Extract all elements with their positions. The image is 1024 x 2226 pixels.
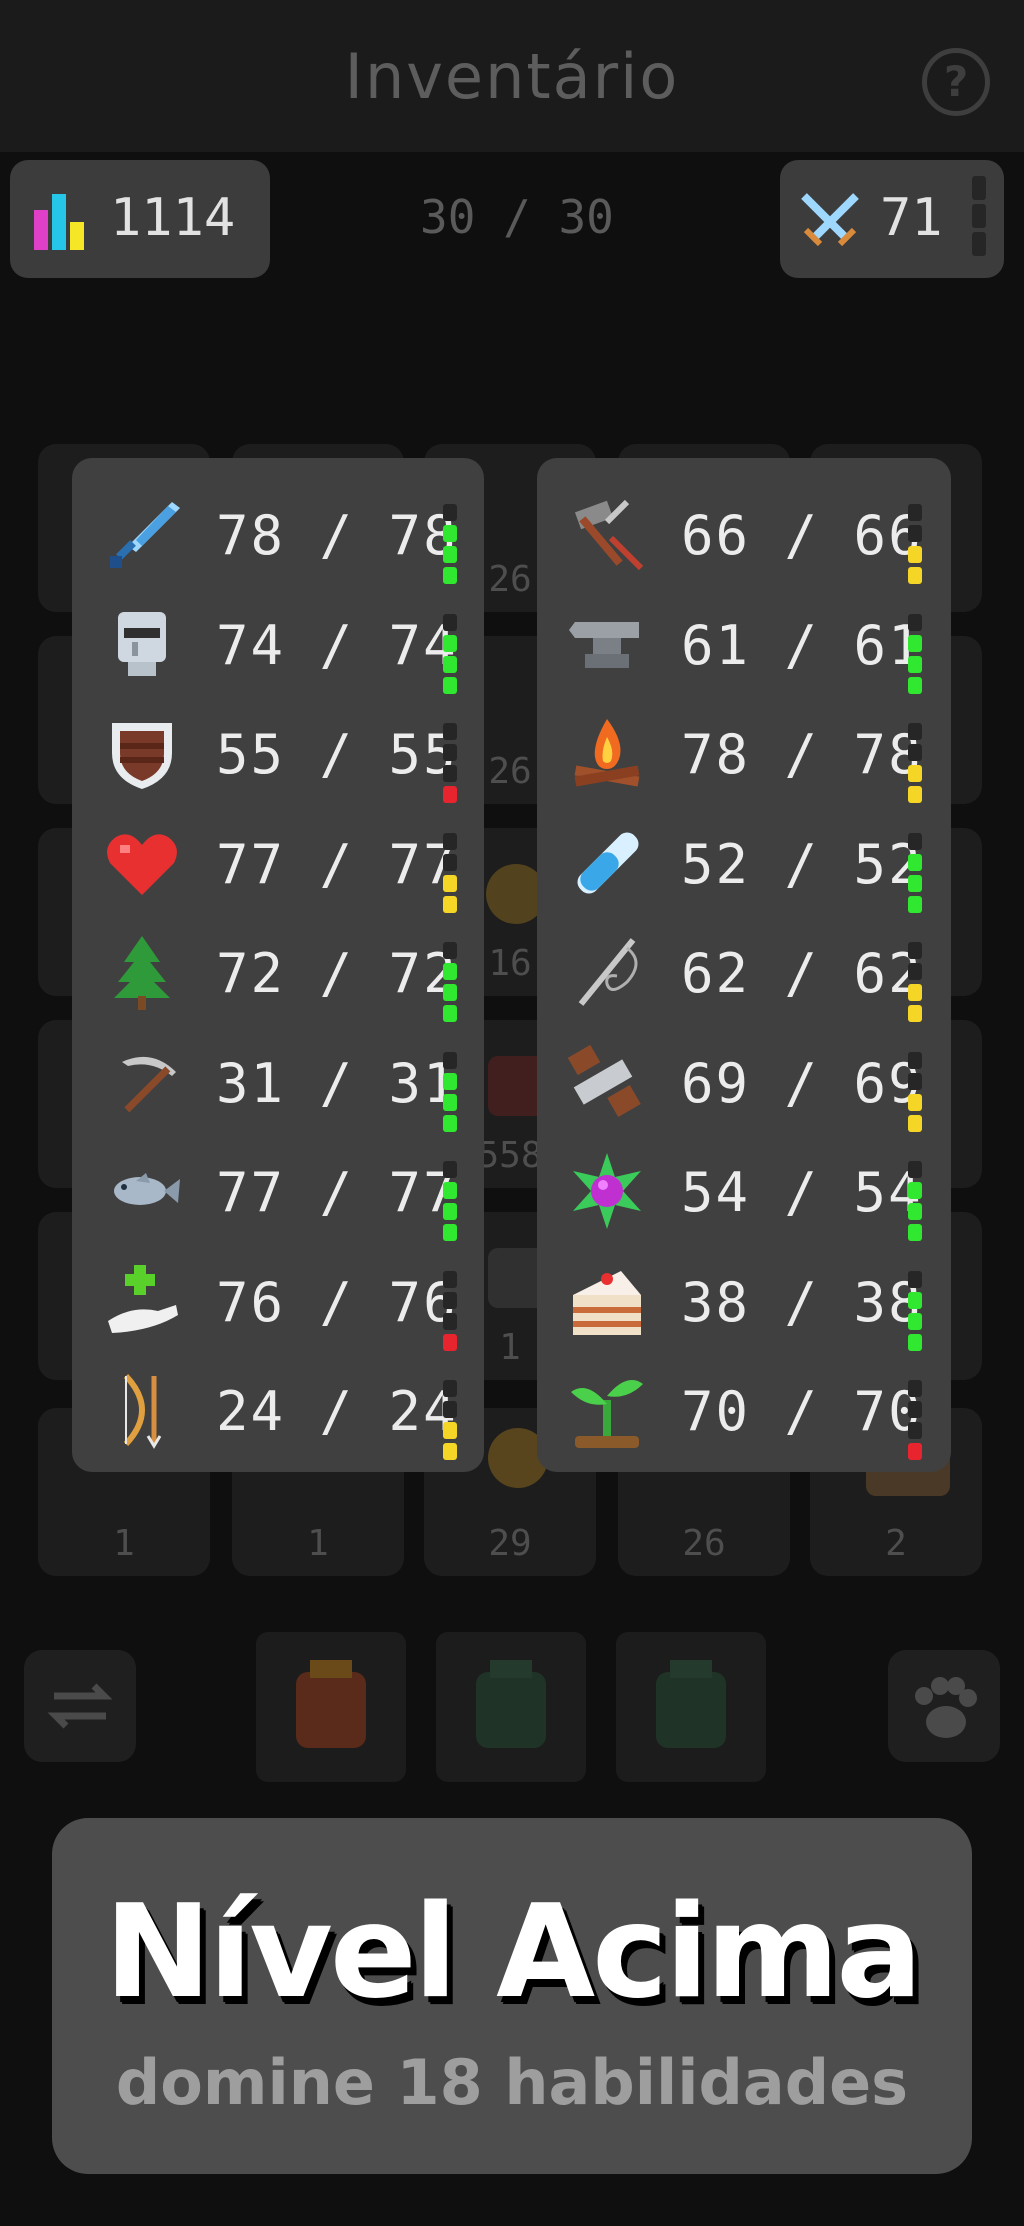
combat-level-value: 71 [880,188,943,248]
skill-level-value: 70 / 70 [681,1380,923,1443]
swap-arrows-icon [47,1683,113,1729]
vial-icon [577,831,639,894]
skill-progress-indicator [908,613,922,702]
skill-row[interactable]: 78 / 78 [537,699,951,809]
pickaxe-icon [122,1056,176,1112]
total-level-pill[interactable]: 1114 [10,160,270,278]
skill-level-value: 55 / 55 [216,723,458,786]
sprout-icon [571,1380,643,1448]
combat-level-pill[interactable]: 71 [780,160,1004,278]
skill-progress-indicator [443,613,457,702]
helmet-icon [118,611,166,676]
paw-icon [915,1677,977,1738]
skills-panel-right: 66 / 66 61 / 61 78 / 78 52 / 52 62 / 62 69 / … [537,458,951,1472]
bag-slot-green-2[interactable] [616,1632,766,1782]
gem-icon [573,1153,641,1229]
skill-level-value: 77 / 77 [216,832,458,896]
skill-row[interactable]: 66 / 66 [537,480,951,590]
help-icon[interactable]: ? [922,48,990,116]
saw-icon [567,1044,641,1117]
tree-icon [114,936,170,1010]
shield-icon [112,723,172,789]
fish-icon [114,1173,180,1205]
skill-progress-indicator [443,1051,457,1140]
promo-subtitle: domine 18 habilidades [115,2046,909,2119]
skill-level-value: 74 / 74 [216,613,458,677]
backpack-icon [656,1660,726,1748]
skill-row[interactable]: 76 / 76 [72,1247,484,1357]
skill-level-value: 78 / 78 [681,723,923,786]
skill-level-value: 31 / 31 [216,1051,458,1115]
skill-row[interactable]: 69 / 69 [537,1028,951,1138]
skill-row[interactable]: 24 / 24 [72,1356,484,1466]
bag-slot-green[interactable] [436,1632,586,1782]
skill-row[interactable]: 78 / 78 [72,480,484,590]
bar-chart-icon [34,194,84,250]
skill-row[interactable]: 70 / 70 [537,1356,951,1466]
skill-level-value: 24 / 24 [216,1380,458,1443]
skill-level-value: 78 / 78 [216,504,458,567]
skill-progress-indicator [443,1270,457,1359]
skill-level-value: 38 / 38 [681,1270,923,1334]
skill-level-value: 77 / 77 [216,1161,458,1224]
bow-icon [123,1373,162,1449]
skill-progress-indicator [443,1161,457,1249]
skill-row[interactable]: 54 / 54 [537,1137,951,1247]
skill-progress-indicator [443,1380,457,1468]
skill-progress-indicator [908,1051,922,1140]
healing-hand-icon [108,1264,178,1333]
skill-row[interactable]: 38 / 38 [537,1247,951,1357]
total-level-value: 1114 [110,188,236,248]
skill-row[interactable]: 72 / 72 [72,918,484,1028]
skill-progress-indicator [908,942,922,1030]
heart-icon [107,833,177,895]
skill-level-value: 72 / 72 [216,942,458,1005]
backpack-icon [296,1660,366,1748]
hammer-icon [574,499,644,571]
skill-row[interactable]: 77 / 77 [72,1137,484,1247]
inventory-capacity: 30 / 30 [420,190,614,244]
skill-level-value: 54 / 54 [681,1161,923,1224]
skill-row[interactable]: 62 / 62 [537,918,951,1028]
bag-slot-red[interactable] [256,1632,406,1782]
skill-progress-indicator [908,1380,922,1468]
backpack-icon [476,1660,546,1748]
skill-progress-indicator [908,832,922,921]
skill-row[interactable]: 52 / 52 [537,809,951,919]
app-header: Inventário ? [0,0,1024,152]
pet-button[interactable] [888,1650,1000,1762]
skill-level-value: 52 / 52 [681,832,923,896]
skill-progress-indicator [908,504,922,592]
skill-row[interactable]: 77 / 77 [72,809,484,919]
skill-level-value: 69 / 69 [681,1051,923,1115]
skill-level-value: 66 / 66 [681,504,923,567]
campfire-icon [574,719,640,787]
skill-level-value: 76 / 76 [216,1270,458,1334]
combat-level-bar [972,176,986,264]
promo-title: Nível Acima [104,1878,922,2027]
skills-panel-left: 78 / 78 74 / 74 55 / 55 77 / 77 72 / 72 31 / … [72,458,484,1472]
skill-progress-indicator [443,832,457,921]
sword-icon [110,502,180,568]
crossed-swords-icon [801,193,859,247]
skill-row[interactable]: 74 / 74 [72,590,484,700]
page-title: Inventário [344,40,680,113]
anvil-icon [569,621,639,668]
skill-progress-indicator [443,723,457,811]
promo-banner: Nível Acima domine 18 habilidades [52,1818,972,2174]
skill-progress-indicator [443,504,457,592]
skill-level-value: 62 / 62 [681,942,923,1005]
skill-progress-indicator [443,942,457,1030]
needle-icon [578,938,638,1006]
skill-level-value: 61 / 61 [681,613,923,677]
skill-row[interactable]: 31 / 31 [72,1028,484,1138]
cake-icon [573,1270,641,1335]
skill-row[interactable]: 55 / 55 [72,699,484,809]
skill-row[interactable]: 61 / 61 [537,590,951,700]
swap-button[interactable] [24,1650,136,1762]
skill-progress-indicator [908,1161,922,1249]
skill-progress-indicator [908,723,922,811]
skill-progress-indicator [908,1270,922,1359]
